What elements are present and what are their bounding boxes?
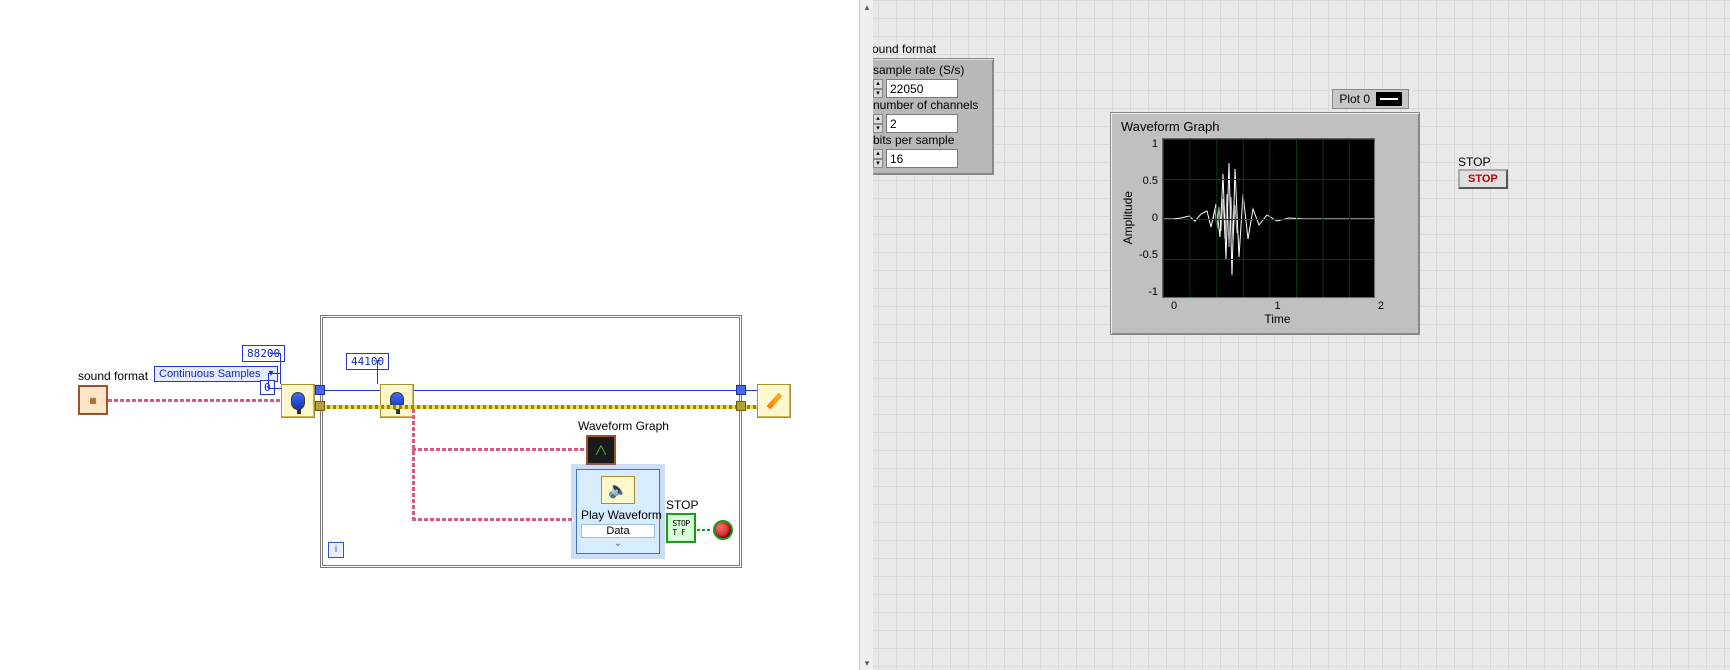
x-axis-label: Time [1171, 312, 1384, 326]
waveform-graph-title: Waveform Graph [1121, 119, 1409, 134]
y-axis-ticks: 1 0.5 0 -0.5 -1 [1139, 138, 1162, 298]
stop-control: STOP STOP [1458, 155, 1508, 189]
wire [745, 390, 757, 391]
channels-input[interactable] [886, 114, 958, 133]
tunnel [315, 385, 325, 395]
bits-spinner[interactable]: ▴▾ [873, 149, 883, 168]
stop-terminal[interactable]: STOPT F [666, 513, 696, 543]
stop-caption: STOP [1458, 155, 1508, 169]
block-diagram-pane[interactable]: ▴ ▾ sound format ▦ 88200 Continuous Samp… [0, 0, 860, 670]
bits-label: bits per sample [873, 133, 987, 147]
sample-mode-enum[interactable]: Continuous Samples [154, 366, 278, 382]
sound-input-read-node[interactable] [380, 384, 414, 418]
play-waveform-express-vi[interactable]: 🔈 Play Waveform Data ⌄ [576, 469, 660, 554]
channels-label: number of channels [873, 98, 987, 112]
front-panel-pane[interactable]: sound format sample rate (S/s) ▴▾ number… [860, 0, 1730, 670]
tunnel [315, 401, 325, 411]
plot-area[interactable] [1162, 138, 1375, 298]
x-axis-ticks: 0 1 2 [1171, 300, 1384, 312]
plot-legend[interactable]: Plot 0 [1332, 89, 1409, 109]
microphone-icon [291, 392, 305, 410]
cluster-icon: ▦ [89, 396, 97, 405]
sound-format-label: sound format [78, 369, 148, 383]
graph-icon: ╱╲ [596, 446, 606, 455]
scroll-up-icon[interactable]: ▴ [860, 0, 874, 14]
waveform-graph-terminal[interactable]: ╱╲ [586, 435, 616, 465]
loop-iteration-terminal[interactable]: i [328, 542, 344, 558]
play-waveform-title: Play Waveform [581, 508, 655, 522]
constant-buffer[interactable]: 88200 [242, 345, 285, 362]
sample-rate-input[interactable] [886, 79, 958, 98]
sample-rate-spinner[interactable]: ▴▾ [873, 79, 883, 98]
plot-legend-swatch[interactable] [1376, 92, 1402, 106]
vertical-scrollbar[interactable]: ▴ ▾ [859, 0, 873, 670]
waveform-trace [1163, 139, 1375, 298]
loop-condition-terminal[interactable] [713, 520, 733, 540]
wire [108, 399, 281, 402]
sample-rate-label: sample rate (S/s) [873, 63, 987, 77]
sound-format-cluster[interactable]: sample rate (S/s) ▴▾ number of channels … [866, 58, 994, 175]
stop-bd-label: STOP [666, 498, 698, 512]
tunnel [736, 401, 746, 411]
bits-input[interactable] [886, 149, 958, 168]
speaker-icon: 🔈 [608, 480, 628, 500]
plot-legend-label: Plot 0 [1339, 92, 1370, 106]
waveform-graph[interactable]: Plot 0 Waveform Graph Amplitude 1 0.5 0 … [1110, 112, 1420, 335]
sound-format-caption: sound format [866, 42, 936, 56]
scroll-down-icon[interactable]: ▾ [860, 656, 874, 670]
waveform-graph-bd-label: Waveform Graph [578, 419, 669, 433]
pencil-icon [766, 393, 782, 410]
constant-zero[interactable]: 0 [260, 380, 275, 395]
sound-format-terminal[interactable]: ▦ [78, 385, 108, 415]
stop-button[interactable]: STOP [1458, 169, 1508, 189]
y-axis-label: Amplitude [1121, 191, 1135, 244]
microphone-icon [390, 392, 404, 410]
chevron-down-icon[interactable]: ⌄ [581, 538, 655, 549]
tunnel [736, 385, 746, 395]
stop-terminal-text: STOPT F [672, 519, 689, 537]
sound-input-configure-node[interactable] [281, 384, 315, 418]
play-waveform-data-row[interactable]: Data [581, 524, 655, 538]
channels-spinner[interactable]: ▴▾ [873, 114, 883, 133]
sound-input-clear-node[interactable] [757, 384, 791, 418]
